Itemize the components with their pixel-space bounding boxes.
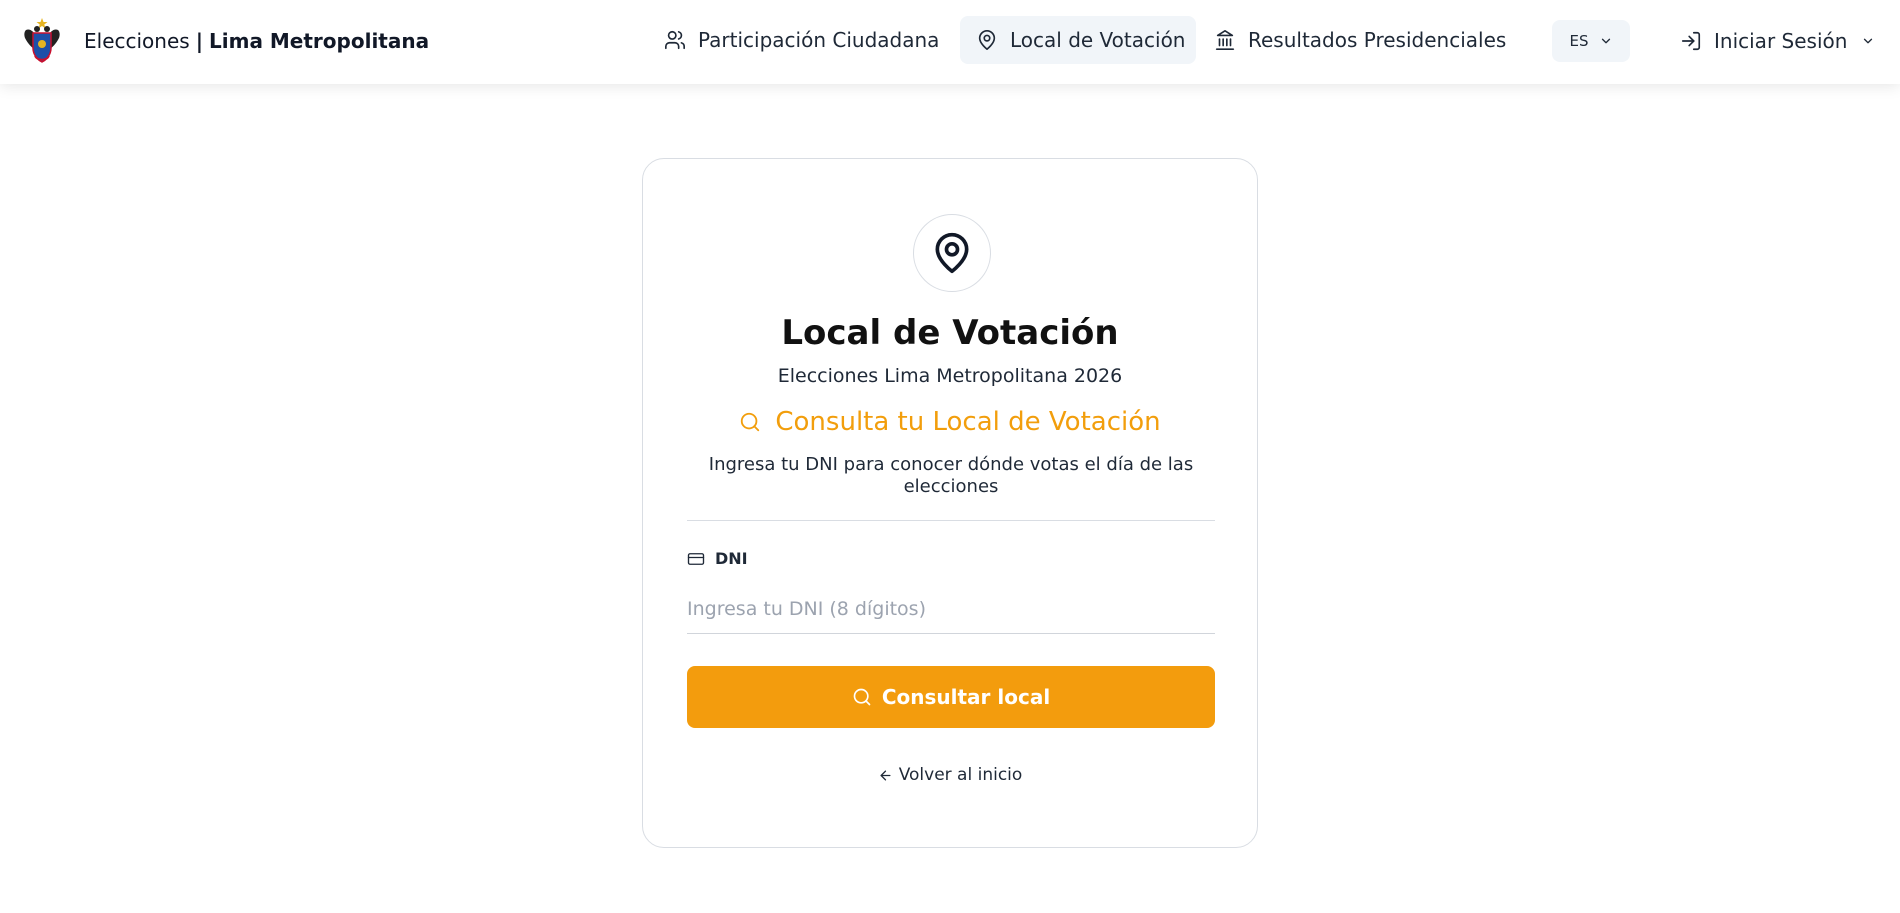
consultar-local-button[interactable]: Consultar local [687,666,1215,728]
consultar-local-label: Consultar local [881,685,1051,709]
id-card-icon [687,552,705,565]
page-subtitle: Elecciones Lima Metropolitana 2026 [777,365,1123,387]
voting-location-card: Local de Votación Elecciones Lima Metrop… [642,158,1258,848]
map-pin-icon [978,30,996,50]
top-navbar: Elecciones | Lima Metropolitana Participac… [0,0,1900,84]
lima-coat-of-arms-icon [24,18,60,63]
main-nav: Participación Ciudadana Local de Votació… [650,16,1506,64]
nav-item-participacion[interactable]: Participación Ciudadana [650,16,953,64]
back-to-home-label: Volver al inicio [898,765,1023,785]
login-label: Iniciar Sesión [1714,29,1848,53]
landmark-icon [1215,30,1235,50]
dni-label-text: DNI [715,549,748,568]
search-icon [853,688,871,706]
language-selected: ES [1569,32,1589,50]
divider [687,520,1215,521]
nav-label: Participación Ciudadana [698,28,940,52]
nav-item-local-votacion[interactable]: Local de Votación [960,16,1196,64]
brand[interactable]: Elecciones | Lima Metropolitana [22,16,429,66]
nav-item-resultados[interactable]: Resultados Presidenciales [1200,16,1506,64]
dni-label: DNI [687,549,748,568]
language-selector[interactable]: ES [1552,20,1630,62]
consulta-heading: Consulta tu Local de Votación [643,407,1257,437]
arrow-left-icon [880,770,891,780]
brand-prefix: Elecciones [84,29,190,53]
brand-separator: | [195,29,203,53]
chevron-down-icon [1864,38,1873,44]
map-pin-icon [935,232,969,274]
brand-city: Lima Metropolitana [209,29,430,53]
pin-icon-circle [913,214,991,292]
chevron-down-icon [1601,38,1610,44]
nav-label: Resultados Presidenciales [1248,28,1507,52]
dni-input[interactable] [687,584,1215,634]
consulta-heading-text: Consulta tu Local de Votación [775,407,1161,437]
brand-title: Elecciones | Lima Metropolitana [84,29,429,53]
log-in-icon [1681,31,1701,51]
users-icon [665,30,685,50]
page-title: Local de Votación [781,313,1119,353]
back-to-home-link[interactable]: Volver al inicio [643,765,1257,785]
nav-label: Local de Votación [1010,28,1186,52]
login-menu-button[interactable]: Iniciar Sesión [1680,20,1875,62]
search-icon [741,412,760,432]
consulta-description: Ingresa tu DNI para conocer dónde votas … [708,454,1194,497]
